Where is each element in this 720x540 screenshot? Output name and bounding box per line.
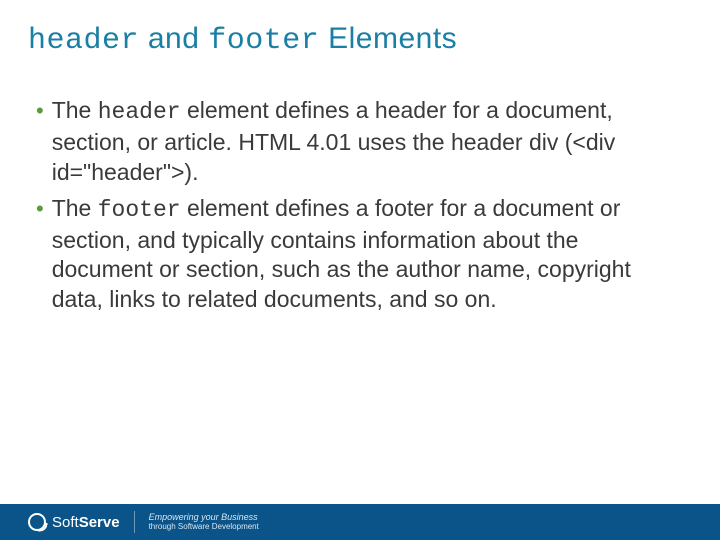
- slide-body: • The header element defines a header fo…: [0, 58, 720, 315]
- footer-bar: SoftServe Empowering your Business throu…: [0, 504, 720, 540]
- title-text-2: Elements: [319, 22, 457, 55]
- softserve-icon: [28, 513, 46, 531]
- bullet-pre: The: [52, 195, 98, 221]
- title-text-1: and: [139, 22, 208, 55]
- bullet-code: footer: [98, 197, 181, 223]
- slide-title: header and footer Elements: [0, 0, 720, 58]
- brand-logo: SoftServe: [28, 513, 120, 531]
- bullet-text: The footer element defines a footer for …: [52, 194, 676, 316]
- brand-bold: Serve: [79, 514, 120, 531]
- bullet-pre: The: [52, 97, 98, 123]
- title-code-1: header: [28, 24, 139, 58]
- bullet-icon: •: [36, 194, 44, 224]
- brand-name: SoftServe: [52, 514, 120, 531]
- tagline-line-2: through Software Development: [149, 523, 259, 532]
- slide: header and footer Elements • The header …: [0, 0, 720, 540]
- bullet-code: header: [98, 99, 181, 125]
- footer-tagline: Empowering your Business through Softwar…: [149, 513, 259, 532]
- list-item: • The footer element defines a footer fo…: [36, 194, 676, 316]
- brand-light: Soft: [52, 514, 79, 531]
- bullet-icon: •: [36, 96, 44, 126]
- bullet-text: The header element defines a header for …: [52, 96, 676, 188]
- title-code-2: footer: [208, 24, 319, 58]
- list-item: • The header element defines a header fo…: [36, 96, 676, 188]
- footer-divider: [134, 511, 135, 533]
